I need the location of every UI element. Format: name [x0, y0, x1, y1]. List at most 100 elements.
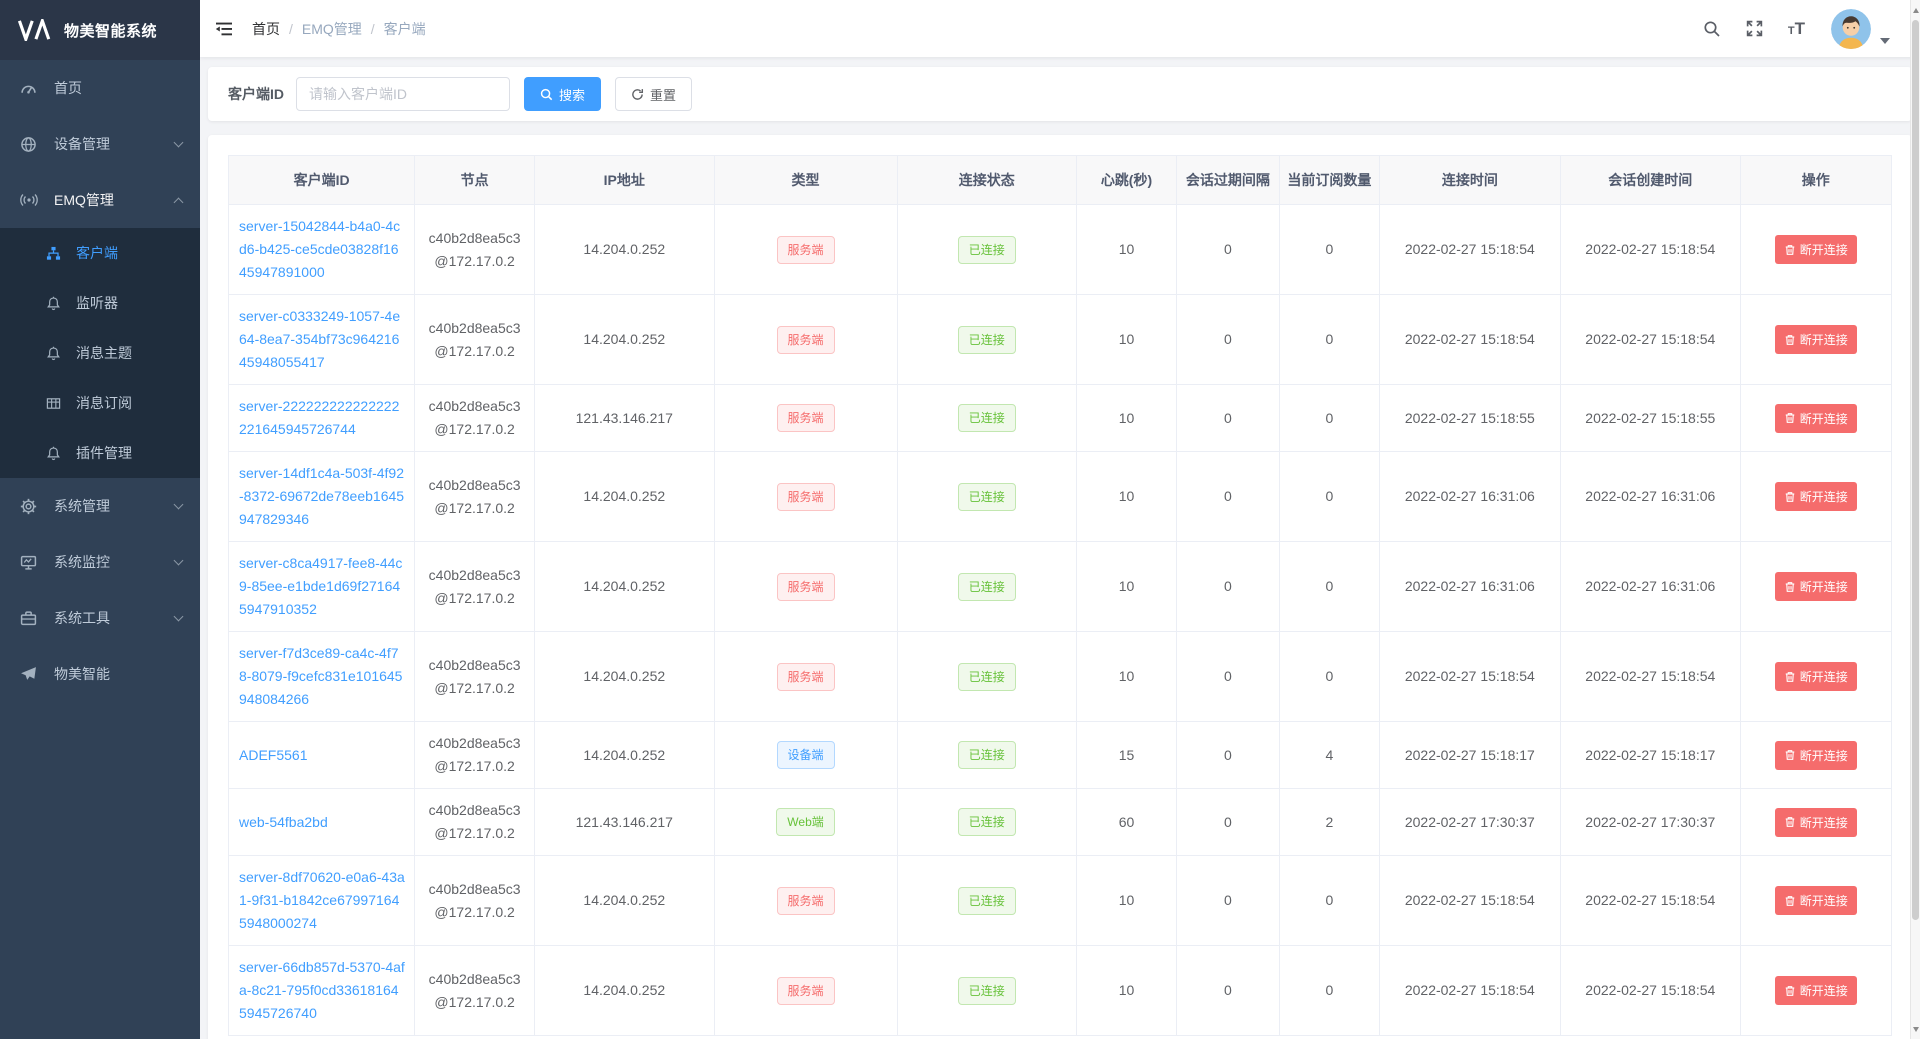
- app-logo[interactable]: 物美智能系统: [0, 0, 200, 60]
- chevron-down-icon: [174, 500, 184, 510]
- disconnect-button[interactable]: 断开连接: [1775, 325, 1857, 354]
- col-ip: IP地址: [534, 156, 714, 205]
- client-id-link[interactable]: server-f7d3ce89-ca4c-4f78-8079-f9cefc831…: [239, 645, 402, 707]
- status-badge: 已连接: [958, 573, 1016, 601]
- search-button[interactable]: 搜索: [524, 77, 601, 111]
- search-field-label: 客户端ID: [228, 84, 284, 104]
- chevron-down-icon: [174, 612, 184, 622]
- client-id-link[interactable]: server-14df1c4a-503f-4f92-8372-69672de78…: [239, 465, 404, 527]
- sidebar-item-emq[interactable]: EMQ管理: [0, 172, 200, 228]
- sidebar-item-system-monitor[interactable]: 系统监控: [0, 534, 200, 590]
- type-cell: 服务端: [714, 385, 897, 452]
- node-cell: c40b2d8ea5c3@172.17.0.2: [415, 205, 535, 295]
- connect-time-cell: 2022-02-27 16:31:06: [1379, 542, 1560, 632]
- status-cell: 已连接: [897, 542, 1077, 632]
- disconnect-button[interactable]: 断开连接: [1775, 404, 1857, 433]
- client-id-link[interactable]: server-15042844-b4a0-4cd6-b425-ce5cde038…: [239, 218, 400, 280]
- type-cell: 设备端: [714, 722, 897, 789]
- node-cell: c40b2d8ea5c3@172.17.0.2: [415, 295, 535, 385]
- disconnect-button[interactable]: 断开连接: [1775, 976, 1857, 1005]
- status-badge: 已连接: [958, 404, 1016, 432]
- disconnect-button[interactable]: 断开连接: [1775, 886, 1857, 915]
- client-id-link[interactable]: server-c8ca4917-fee8-44c9-85ee-e1bde1d69…: [239, 555, 402, 617]
- fullscreen-icon[interactable]: [1745, 19, 1764, 38]
- sidebar-item-plugins[interactable]: 插件管理: [0, 428, 200, 478]
- type-cell: 服务端: [714, 542, 897, 632]
- disconnect-button[interactable]: 断开连接: [1775, 662, 1857, 691]
- sidebar-item-wumei[interactable]: 物美智能: [0, 646, 200, 702]
- client-table-body: server-15042844-b4a0-4cd6-b425-ce5cde038…: [229, 205, 1892, 1036]
- session-create-time-cell: 2022-02-27 15:18:17: [1560, 722, 1740, 789]
- status-cell: 已连接: [897, 295, 1077, 385]
- node-cell: c40b2d8ea5c3@172.17.0.2: [415, 542, 535, 632]
- top-navbar: 首页 / EMQ管理 / 客户端 TT: [200, 0, 1920, 57]
- disconnect-button[interactable]: 断开连接: [1775, 235, 1857, 264]
- type-badge: 服务端: [777, 573, 835, 601]
- disconnect-button[interactable]: 断开连接: [1775, 572, 1857, 601]
- client-id-cell: server-8df70620-e0a6-43a1-9f31-b1842ce67…: [229, 856, 415, 946]
- sidebar-item-listeners[interactable]: 监听器: [0, 278, 200, 328]
- sidebar-fold-icon[interactable]: [214, 19, 234, 39]
- scrollbar-thumb[interactable]: [1912, 20, 1919, 920]
- ip-cell: 14.204.0.252: [534, 946, 714, 1036]
- status-cell: 已连接: [897, 452, 1077, 542]
- client-id-link[interactable]: server-66db857d-5370-4afa-8c21-795f0cd33…: [239, 959, 405, 1021]
- disconnect-button-label: 断开连接: [1800, 331, 1848, 348]
- caret-down-icon: [1880, 38, 1890, 44]
- broadcast-icon: [20, 191, 44, 209]
- font-size-icon[interactable]: TT: [1788, 20, 1805, 37]
- sidebar-item-label: EMQ管理: [54, 190, 175, 210]
- session-create-time-cell: 2022-02-27 17:30:37: [1560, 789, 1740, 856]
- col-subscriptions: 当前订阅数量: [1279, 156, 1379, 205]
- sidebar-item-subscriptions[interactable]: 消息订阅: [0, 378, 200, 428]
- ip-cell: 14.204.0.252: [534, 452, 714, 542]
- table-row: web-54fba2bdc40b2d8ea5c3@172.17.0.2121.4…: [229, 789, 1892, 856]
- status-badge: 已连接: [958, 808, 1016, 836]
- breadcrumb-separator: /: [289, 21, 293, 37]
- sidebar: 物美智能系统 首页 设备管理 EMQ管理 客户端 监: [0, 0, 200, 1039]
- status-cell: 已连接: [897, 632, 1077, 722]
- table-row: server-f7d3ce89-ca4c-4f78-8079-f9cefc831…: [229, 632, 1892, 722]
- scroll-down-arrow[interactable]: [1911, 1022, 1920, 1036]
- session-expiry-cell: 0: [1176, 946, 1279, 1036]
- client-id-link[interactable]: server-222222222222222221645945726744: [239, 398, 399, 437]
- disconnect-button[interactable]: 断开连接: [1775, 482, 1857, 511]
- client-id-link[interactable]: server-c0333249-1057-4e64-8ea7-354bf73c9…: [239, 308, 400, 370]
- client-id-link[interactable]: ADEF5561: [239, 747, 307, 763]
- avatar[interactable]: [1831, 9, 1871, 49]
- action-cell: 断开连接: [1740, 722, 1891, 789]
- sidebar-item-devices[interactable]: 设备管理: [0, 116, 200, 172]
- sidebar-item-system-admin[interactable]: 系统管理: [0, 478, 200, 534]
- action-cell: 断开连接: [1740, 789, 1891, 856]
- client-id-cell: web-54fba2bd: [229, 789, 415, 856]
- font-size-small-letter: T: [1788, 26, 1795, 37]
- page-scrollbar[interactable]: [1910, 0, 1920, 1039]
- node-cell: c40b2d8ea5c3@172.17.0.2: [415, 856, 535, 946]
- node-cell: c40b2d8ea5c3@172.17.0.2: [415, 789, 535, 856]
- sidebar-item-label: 系统监控: [54, 552, 175, 572]
- reset-button[interactable]: 重置: [615, 77, 692, 111]
- col-session-expiry: 会话过期间隔: [1176, 156, 1279, 205]
- disconnect-button-label: 断开连接: [1800, 241, 1848, 258]
- heartbeat-cell: 60: [1077, 789, 1177, 856]
- emq-submenu: 客户端 监听器 消息主题 消息订阅 插件管理: [0, 228, 200, 478]
- subscriptions-cell: 0: [1279, 295, 1379, 385]
- connect-time-cell: 2022-02-27 15:18:54: [1379, 856, 1560, 946]
- sidebar-item-topics[interactable]: 消息主题: [0, 328, 200, 378]
- client-id-input[interactable]: [296, 77, 510, 111]
- disconnect-button-label: 断开连接: [1800, 814, 1848, 831]
- scroll-up-arrow[interactable]: [1911, 3, 1920, 17]
- sidebar-item-home[interactable]: 首页: [0, 60, 200, 116]
- action-cell: 断开连接: [1740, 452, 1891, 542]
- search-icon[interactable]: [1703, 20, 1721, 38]
- disconnect-button[interactable]: 断开连接: [1775, 741, 1857, 770]
- subscriptions-cell: 2: [1279, 789, 1379, 856]
- client-id-link[interactable]: server-8df70620-e0a6-43a1-9f31-b1842ce67…: [239, 869, 405, 931]
- sidebar-item-clients[interactable]: 客户端: [0, 228, 200, 278]
- client-id-link[interactable]: web-54fba2bd: [239, 814, 328, 830]
- breadcrumb-home[interactable]: 首页: [252, 19, 280, 39]
- disconnect-button[interactable]: 断开连接: [1775, 808, 1857, 837]
- user-menu[interactable]: [1831, 9, 1890, 49]
- action-cell: 断开连接: [1740, 205, 1891, 295]
- sidebar-item-system-tools[interactable]: 系统工具: [0, 590, 200, 646]
